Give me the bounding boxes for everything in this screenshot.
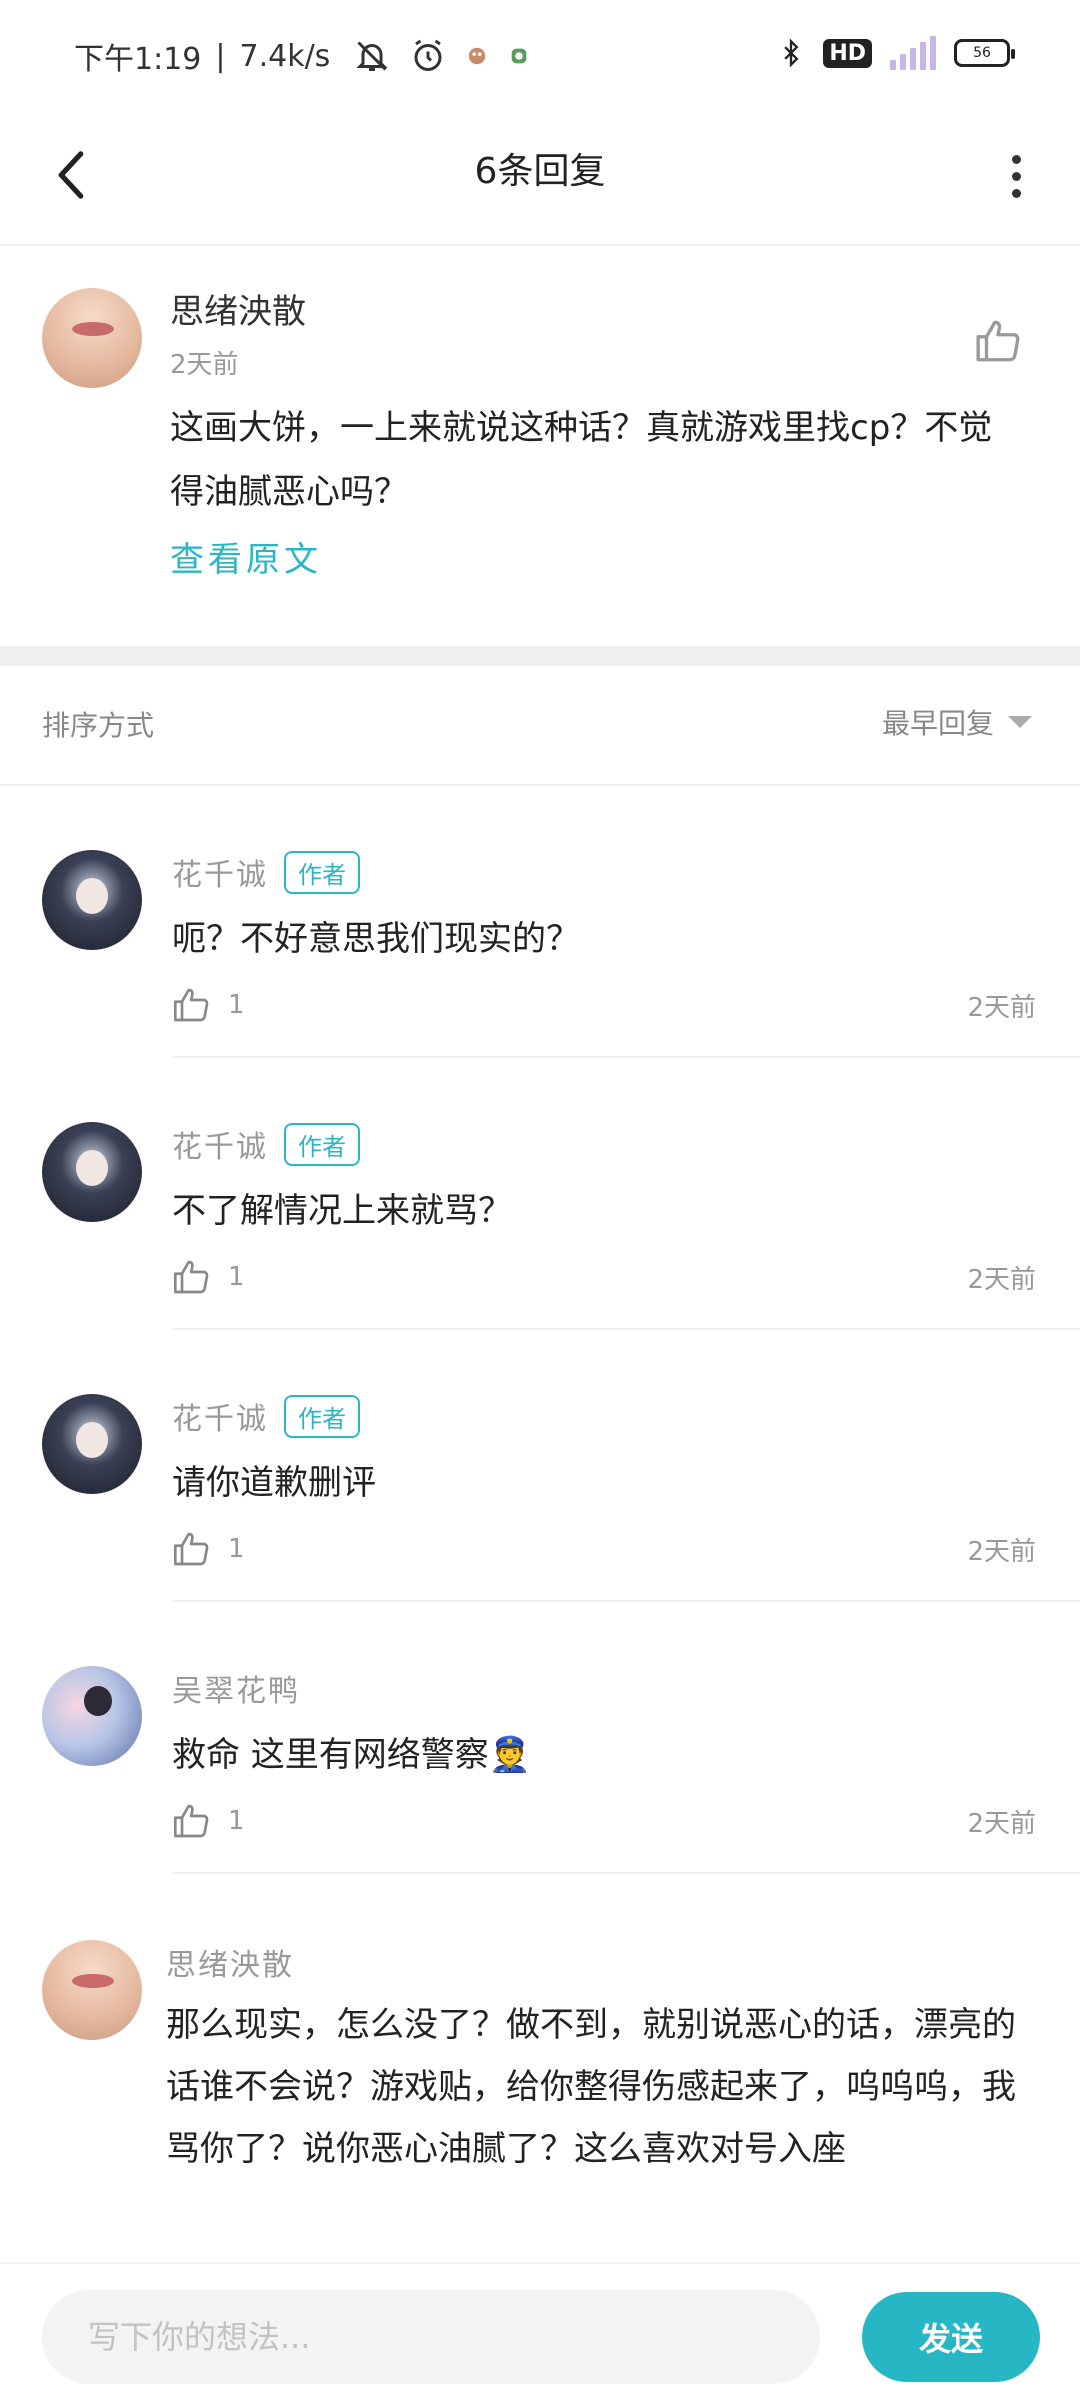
more-dot-icon bbox=[1011, 188, 1021, 198]
signal-icon bbox=[890, 36, 936, 70]
reply-username[interactable]: 吴翠花鸭 bbox=[172, 1666, 300, 1710]
reply-divider bbox=[172, 1872, 1080, 1874]
sort-label: 排序方式 bbox=[42, 709, 155, 742]
sort-selected: 最早回复 bbox=[881, 707, 994, 740]
comment-input[interactable] bbox=[42, 2290, 820, 2384]
thumbs-up-icon bbox=[174, 988, 209, 1022]
reply-username[interactable]: 花千诚 bbox=[172, 850, 268, 894]
reply-footer: 1 2天前 bbox=[172, 1796, 1036, 1846]
like-count: 1 bbox=[228, 1262, 245, 1292]
reply-footer: 1 2天前 bbox=[172, 980, 1036, 1030]
avatar[interactable] bbox=[42, 1122, 142, 1222]
avatar[interactable] bbox=[42, 288, 142, 388]
reply-footer: 1 2天前 bbox=[172, 1252, 1036, 1302]
author-badge: 作者 bbox=[284, 1394, 360, 1438]
reply-text: 不了解情况上来就骂？ bbox=[172, 1191, 512, 1231]
avatar[interactable] bbox=[42, 1940, 142, 2040]
original-text: 这画大饼，一上来就说这种话？真就游戏里找cp？不觉得油腻恶心吗？ bbox=[170, 408, 993, 512]
send-button[interactable]: 发送 bbox=[862, 2292, 1040, 2382]
mute-bell-icon bbox=[356, 41, 388, 71]
status-right: HD 56 bbox=[777, 34, 1015, 72]
reply-username[interactable]: 花千诚 bbox=[172, 1122, 268, 1166]
reply-time: 2天前 bbox=[967, 1808, 1036, 1839]
reply-username[interactable]: 花千诚 bbox=[172, 1394, 268, 1438]
reply-item: 花千诚 作者 呃？不好意思我们现实的？ 1 2天前 bbox=[0, 850, 1080, 1060]
avatar[interactable] bbox=[42, 1394, 142, 1494]
avatar[interactable] bbox=[42, 1666, 142, 1766]
app-notification-icon-2 bbox=[511, 48, 527, 64]
reply-divider bbox=[172, 1328, 1080, 1330]
battery-level: 56 bbox=[973, 45, 991, 61]
status-left: 下午1:19 | 7.4k/s bbox=[74, 34, 530, 78]
original-comment: 思绪泱散 2天前 这画大饼，一上来就说这种话？真就游戏里找cp？不觉得油腻恶心吗… bbox=[0, 246, 1080, 646]
reply-text: 请你道歉删评 bbox=[172, 1463, 376, 1503]
thumbs-up-icon bbox=[174, 1260, 209, 1294]
caret-down-icon bbox=[1008, 716, 1032, 728]
reply-header: 花千诚 作者 bbox=[172, 850, 360, 894]
reply-footer: 1 2天前 bbox=[172, 1524, 1036, 1574]
comment-input-bar: 发送 bbox=[0, 2262, 1080, 2400]
app-notification-icon bbox=[469, 47, 486, 65]
reply-item: 思绪泱散 那么现实，怎么没了？做不到，就别说恶心的话，漂亮的话谁不会说？游戏贴，… bbox=[0, 1940, 1080, 2260]
battery-icon: 56 bbox=[954, 39, 1015, 67]
reply-divider bbox=[172, 1056, 1080, 1058]
sort-dropdown[interactable]: 最早回复 bbox=[882, 702, 1032, 742]
like-button[interactable]: 1 bbox=[172, 1801, 245, 1841]
like-button[interactable]: 1 bbox=[172, 1529, 245, 1569]
thumbs-up-icon bbox=[174, 1532, 209, 1566]
reply-header: 花千诚 作者 bbox=[172, 1394, 360, 1438]
alarm-icon bbox=[414, 39, 442, 71]
reply-header: 花千诚 作者 bbox=[172, 1122, 360, 1166]
sort-bar: 排序方式 最早回复 bbox=[0, 666, 1080, 786]
original-time: 2天前 bbox=[170, 350, 239, 380]
like-count: 1 bbox=[228, 1534, 245, 1564]
reply-divider bbox=[172, 1600, 1080, 1602]
reply-item: 花千诚 作者 请你道歉删评 1 2天前 bbox=[0, 1394, 1080, 1604]
thumbs-up-icon bbox=[174, 1804, 209, 1838]
reply-username[interactable]: 思绪泱散 bbox=[166, 1940, 294, 1984]
more-dot-icon bbox=[1011, 171, 1021, 181]
reply-header: 吴翠花鸭 bbox=[172, 1666, 300, 1710]
avatar[interactable] bbox=[42, 850, 142, 950]
original-username[interactable]: 思绪泱散 bbox=[170, 284, 306, 333]
like-count: 1 bbox=[228, 1806, 245, 1836]
page-title: 6条回复 bbox=[474, 151, 606, 192]
reply-item: 花千诚 作者 不了解情况上来就骂？ 1 2天前 bbox=[0, 1122, 1080, 1332]
reply-text: 那么现实，怎么没了？做不到，就别说恶心的话，漂亮的话谁不会说？游戏贴，给你整得伤… bbox=[166, 2005, 1016, 2169]
reply-text: 呃？不好意思我们现实的？ bbox=[172, 919, 580, 959]
author-badge: 作者 bbox=[284, 1122, 360, 1166]
more-options-button[interactable] bbox=[996, 146, 1036, 206]
status-icons-left bbox=[354, 38, 530, 74]
status-time: 下午1:19 bbox=[74, 42, 202, 77]
like-count: 1 bbox=[228, 990, 245, 1020]
bluetooth-icon bbox=[784, 38, 799, 68]
thumbs-up-icon bbox=[976, 320, 1020, 362]
hd-badge: HD bbox=[823, 38, 872, 68]
author-badge: 作者 bbox=[284, 850, 360, 894]
reply-text: 救命 这里有网络警察👮 bbox=[172, 1735, 532, 1775]
view-original-link[interactable]: 查看原文 bbox=[170, 532, 322, 581]
status-bar: 下午1:19 | 7.4k/s HD 56 bbox=[0, 0, 1080, 110]
reply-item: 吴翠花鸭 救命 这里有网络警察👮 1 2天前 bbox=[0, 1666, 1080, 1876]
reply-time: 2天前 bbox=[967, 1264, 1036, 1295]
like-button[interactable]: 1 bbox=[172, 1257, 245, 1297]
more-dot-icon bbox=[1011, 154, 1021, 164]
status-net-speed: 7.4k/s bbox=[239, 38, 331, 74]
top-nav: 6条回复 bbox=[0, 110, 1080, 246]
reply-header: 思绪泱散 bbox=[166, 1940, 294, 1984]
like-button[interactable] bbox=[974, 316, 1024, 366]
section-divider bbox=[0, 646, 1080, 666]
reply-time: 2天前 bbox=[967, 1536, 1036, 1567]
like-button[interactable]: 1 bbox=[172, 985, 245, 1025]
reply-time: 2天前 bbox=[967, 992, 1036, 1023]
